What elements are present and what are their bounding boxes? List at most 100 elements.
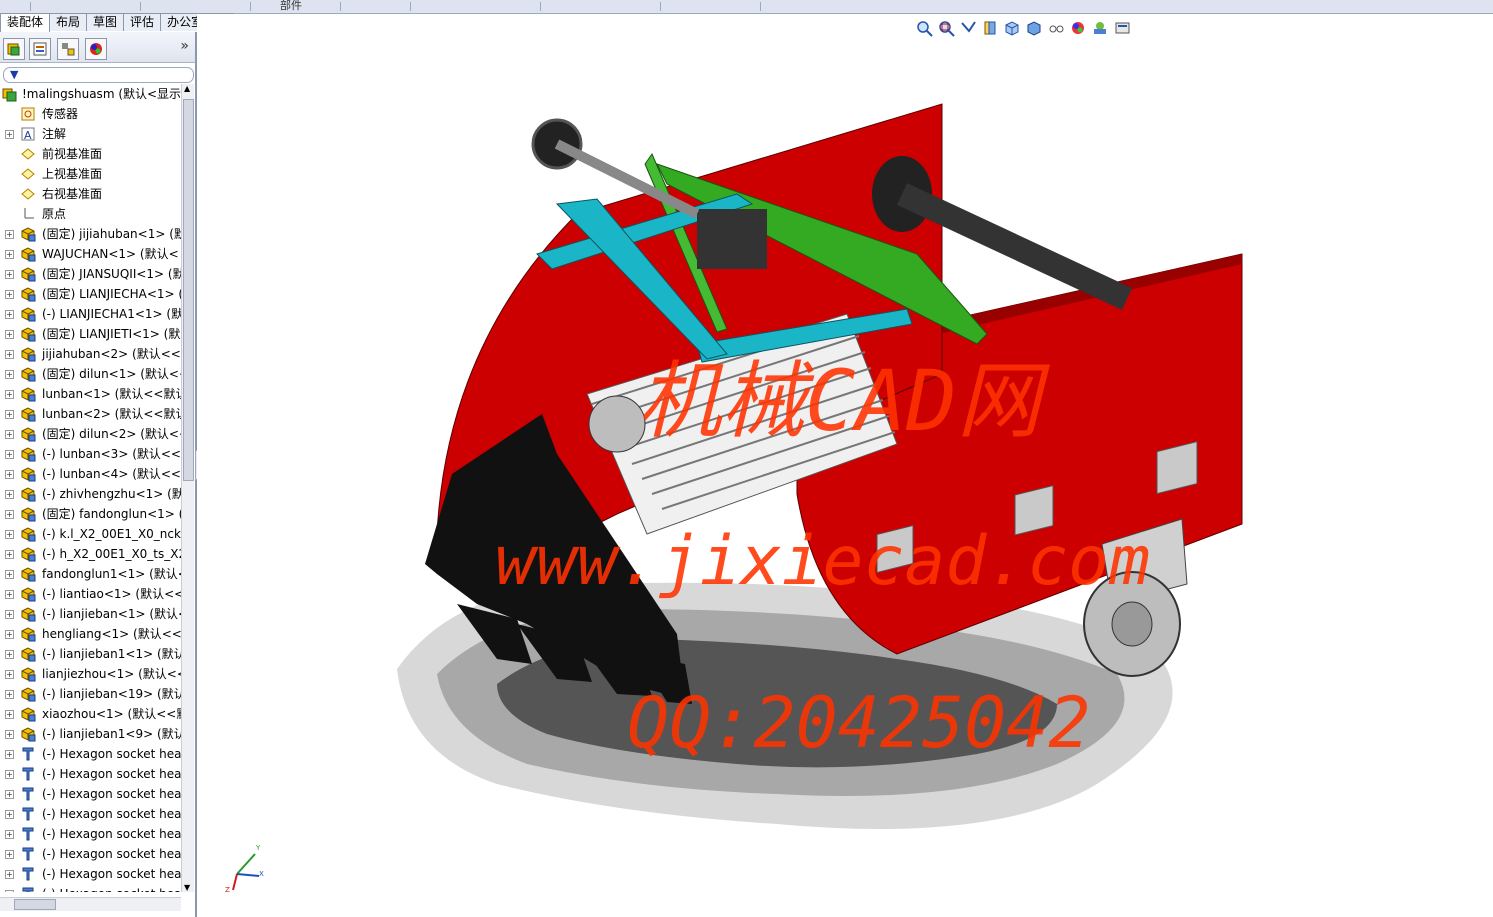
tree-item[interactable]: + (-) lianjieban1<1> (默认 bbox=[0, 644, 181, 664]
expand-toggle-icon[interactable]: + bbox=[5, 850, 14, 859]
expand-toggle-icon[interactable]: + bbox=[5, 130, 14, 139]
expand-toggle-icon[interactable]: + bbox=[5, 510, 14, 519]
expand-toggle-icon[interactable]: + bbox=[5, 330, 14, 339]
expand-toggle-icon[interactable]: + bbox=[5, 730, 14, 739]
tree-item[interactable]: + WAJUCHAN<1> (默认< bbox=[0, 244, 181, 264]
expand-toggle-icon[interactable]: + bbox=[5, 270, 14, 279]
tree-item[interactable]: 前视基准面 bbox=[0, 144, 181, 164]
tab-assembly[interactable]: 装配体 bbox=[0, 13, 51, 32]
tree-item-label: (固定) jijiahuban<1> (默 bbox=[42, 227, 181, 241]
tree-item[interactable]: + (-) Hexagon socket hea bbox=[0, 864, 181, 884]
tree-item[interactable]: + (固定) fandonglun<1> (默 bbox=[0, 504, 181, 524]
part-icon bbox=[20, 346, 36, 362]
tree-item[interactable]: 原点 bbox=[0, 204, 181, 224]
tree-item[interactable]: + (-) Hexagon socket hea bbox=[0, 804, 181, 824]
expand-toggle-icon[interactable]: + bbox=[5, 630, 14, 639]
tab-sketch[interactable]: 草图 bbox=[86, 13, 125, 31]
expand-toggle-icon[interactable]: + bbox=[5, 830, 14, 839]
expand-toggle-icon[interactable]: + bbox=[5, 890, 14, 892]
tree-item[interactable]: + (-) k.l_X2_00E1_X0_ncker bbox=[0, 524, 181, 544]
assembly-model-view[interactable] bbox=[197, 14, 1493, 917]
hscroll-thumb[interactable] bbox=[14, 899, 56, 910]
tree-item[interactable]: 右视基准面 bbox=[0, 184, 181, 204]
tree-item[interactable]: + (-) Hexagon socket hea bbox=[0, 764, 181, 784]
expand-toggle-icon[interactable]: + bbox=[5, 230, 14, 239]
parts-menu-label[interactable]: 部件 bbox=[280, 0, 302, 13]
expand-toggle-icon[interactable]: + bbox=[5, 390, 14, 399]
expand-toggle-icon[interactable]: + bbox=[5, 350, 14, 359]
expand-toggle-icon[interactable]: + bbox=[5, 750, 14, 759]
expand-toggle-icon[interactable]: + bbox=[5, 790, 14, 799]
tree-item[interactable]: + (固定) dilun<1> (默认<< bbox=[0, 364, 181, 384]
tree-item[interactable]: + (-) zhivhengzhu<1> (默认 bbox=[0, 484, 181, 504]
expand-toggle-icon[interactable]: + bbox=[5, 450, 14, 459]
expand-toggle-icon[interactable]: + bbox=[5, 570, 14, 579]
expand-toggle-icon[interactable]: + bbox=[5, 610, 14, 619]
tree-item[interactable]: + (固定) dilun<2> (默认<< bbox=[0, 424, 181, 444]
expand-toggle-icon[interactable]: + bbox=[5, 470, 14, 479]
tree-item[interactable]: + (-) lianjieban<19> (默认 bbox=[0, 684, 181, 704]
expand-toggle-icon[interactable]: + bbox=[5, 310, 14, 319]
tree-item[interactable]: + hengliang<1> (默认<<默 bbox=[0, 624, 181, 644]
tree-item[interactable]: + lianjiezhou<1> (默认<< bbox=[0, 664, 181, 684]
tree-item[interactable]: + fandonglun1<1> (默认< bbox=[0, 564, 181, 584]
expand-toggle-icon[interactable]: + bbox=[5, 770, 14, 779]
expand-toggle-icon[interactable]: + bbox=[5, 710, 14, 719]
tree-item[interactable]: + (-) LIANJIECHA1<1> (默认 bbox=[0, 304, 181, 324]
tree-vertical-scrollbar[interactable]: ▲ ▼ bbox=[181, 84, 194, 892]
expand-toggle-icon[interactable]: + bbox=[5, 530, 14, 539]
tree-filter-input[interactable]: ▼ bbox=[3, 67, 194, 83]
tree-item[interactable]: + (-) Hexagon socket hea bbox=[0, 784, 181, 804]
svg-text:A: A bbox=[24, 129, 32, 142]
tree-item[interactable]: + (-) lianjieban<1> (默认< bbox=[0, 604, 181, 624]
graphics-viewport[interactable]: 机械CAD网 www.jixiecad.com QQ:20425042 Y X … bbox=[197, 14, 1493, 917]
plane-icon bbox=[20, 146, 36, 162]
scroll-down-icon[interactable]: ▼ bbox=[184, 883, 190, 892]
feature-tree-tab-button[interactable] bbox=[3, 38, 25, 60]
expand-toggle-icon[interactable]: + bbox=[5, 670, 14, 679]
tree-item[interactable]: + (固定) LIANJIECHA<1> ( bbox=[0, 284, 181, 304]
tree-item[interactable]: + lunban<2> (默认<<默认 bbox=[0, 404, 181, 424]
expand-toggle-icon[interactable]: + bbox=[5, 290, 14, 299]
tab-layout[interactable]: 布局 bbox=[49, 13, 88, 31]
expand-toggle-icon[interactable]: + bbox=[5, 690, 14, 699]
configuration-manager-tab-button[interactable] bbox=[57, 38, 79, 60]
tree-item[interactable]: 传感器 bbox=[0, 104, 181, 124]
tree-item[interactable]: + (固定) JIANSUQII<1> (默 bbox=[0, 264, 181, 284]
tree-item[interactable]: !malingshuasm (默认<显示 bbox=[0, 84, 181, 104]
tree-item[interactable]: 上视基准面 bbox=[0, 164, 181, 184]
tree-item[interactable]: + lunban<1> (默认<<默认 bbox=[0, 384, 181, 404]
tree-item[interactable]: + (-) Hexagon socket hea bbox=[0, 884, 181, 892]
tree-item[interactable]: + (-) lianjieban1<9> (默认 bbox=[0, 724, 181, 744]
tree-item-label: lunban<2> (默认<<默认 bbox=[42, 407, 181, 421]
tab-evaluate[interactable]: 评估 bbox=[123, 13, 162, 31]
tree-item[interactable]: + A 注解 bbox=[0, 124, 181, 144]
display-manager-tab-button[interactable] bbox=[85, 38, 107, 60]
expand-toggle-icon[interactable]: + bbox=[5, 550, 14, 559]
tree-item[interactable]: + (-) Hexagon socket hea bbox=[0, 744, 181, 764]
tree-item[interactable]: + xiaozhou<1> (默认<<默 bbox=[0, 704, 181, 724]
tree-item[interactable]: + (固定) LIANJIETI<1> (默 bbox=[0, 324, 181, 344]
expand-toggle-icon[interactable]: + bbox=[5, 650, 14, 659]
tree-item[interactable]: + (-) lunban<4> (默认<<默 bbox=[0, 464, 181, 484]
tree-item[interactable]: + (-) Hexagon socket hea bbox=[0, 844, 181, 864]
expand-toggle-icon[interactable]: + bbox=[5, 370, 14, 379]
tree-item[interactable]: + (-) Hexagon socket hea bbox=[0, 824, 181, 844]
expand-toggle-icon[interactable]: + bbox=[5, 430, 14, 439]
property-manager-tab-button[interactable] bbox=[29, 38, 51, 60]
scroll-up-icon[interactable]: ▲ bbox=[184, 84, 190, 93]
tree-item[interactable]: + (-) lunban<3> (默认<<默 bbox=[0, 444, 181, 464]
more-tabs-icon[interactable]: » bbox=[180, 38, 189, 54]
tree-item[interactable]: + (-) h_X2_00E1_X0_ts_X2_ bbox=[0, 544, 181, 564]
tree-horizontal-scrollbar[interactable] bbox=[0, 897, 181, 911]
expand-toggle-icon[interactable]: + bbox=[5, 490, 14, 499]
expand-toggle-icon[interactable]: + bbox=[5, 590, 14, 599]
expand-toggle-icon[interactable]: + bbox=[5, 250, 14, 259]
expand-toggle-icon[interactable]: + bbox=[5, 810, 14, 819]
scroll-thumb[interactable] bbox=[183, 99, 194, 481]
tree-item[interactable]: + jijiahuban<2> (默认<<默 bbox=[0, 344, 181, 364]
tree-item[interactable]: + (-) liantiao<1> (默认<<默 bbox=[0, 584, 181, 604]
expand-toggle-icon[interactable]: + bbox=[5, 410, 14, 419]
tree-item[interactable]: + (固定) jijiahuban<1> (默 bbox=[0, 224, 181, 244]
expand-toggle-icon[interactable]: + bbox=[5, 870, 14, 879]
